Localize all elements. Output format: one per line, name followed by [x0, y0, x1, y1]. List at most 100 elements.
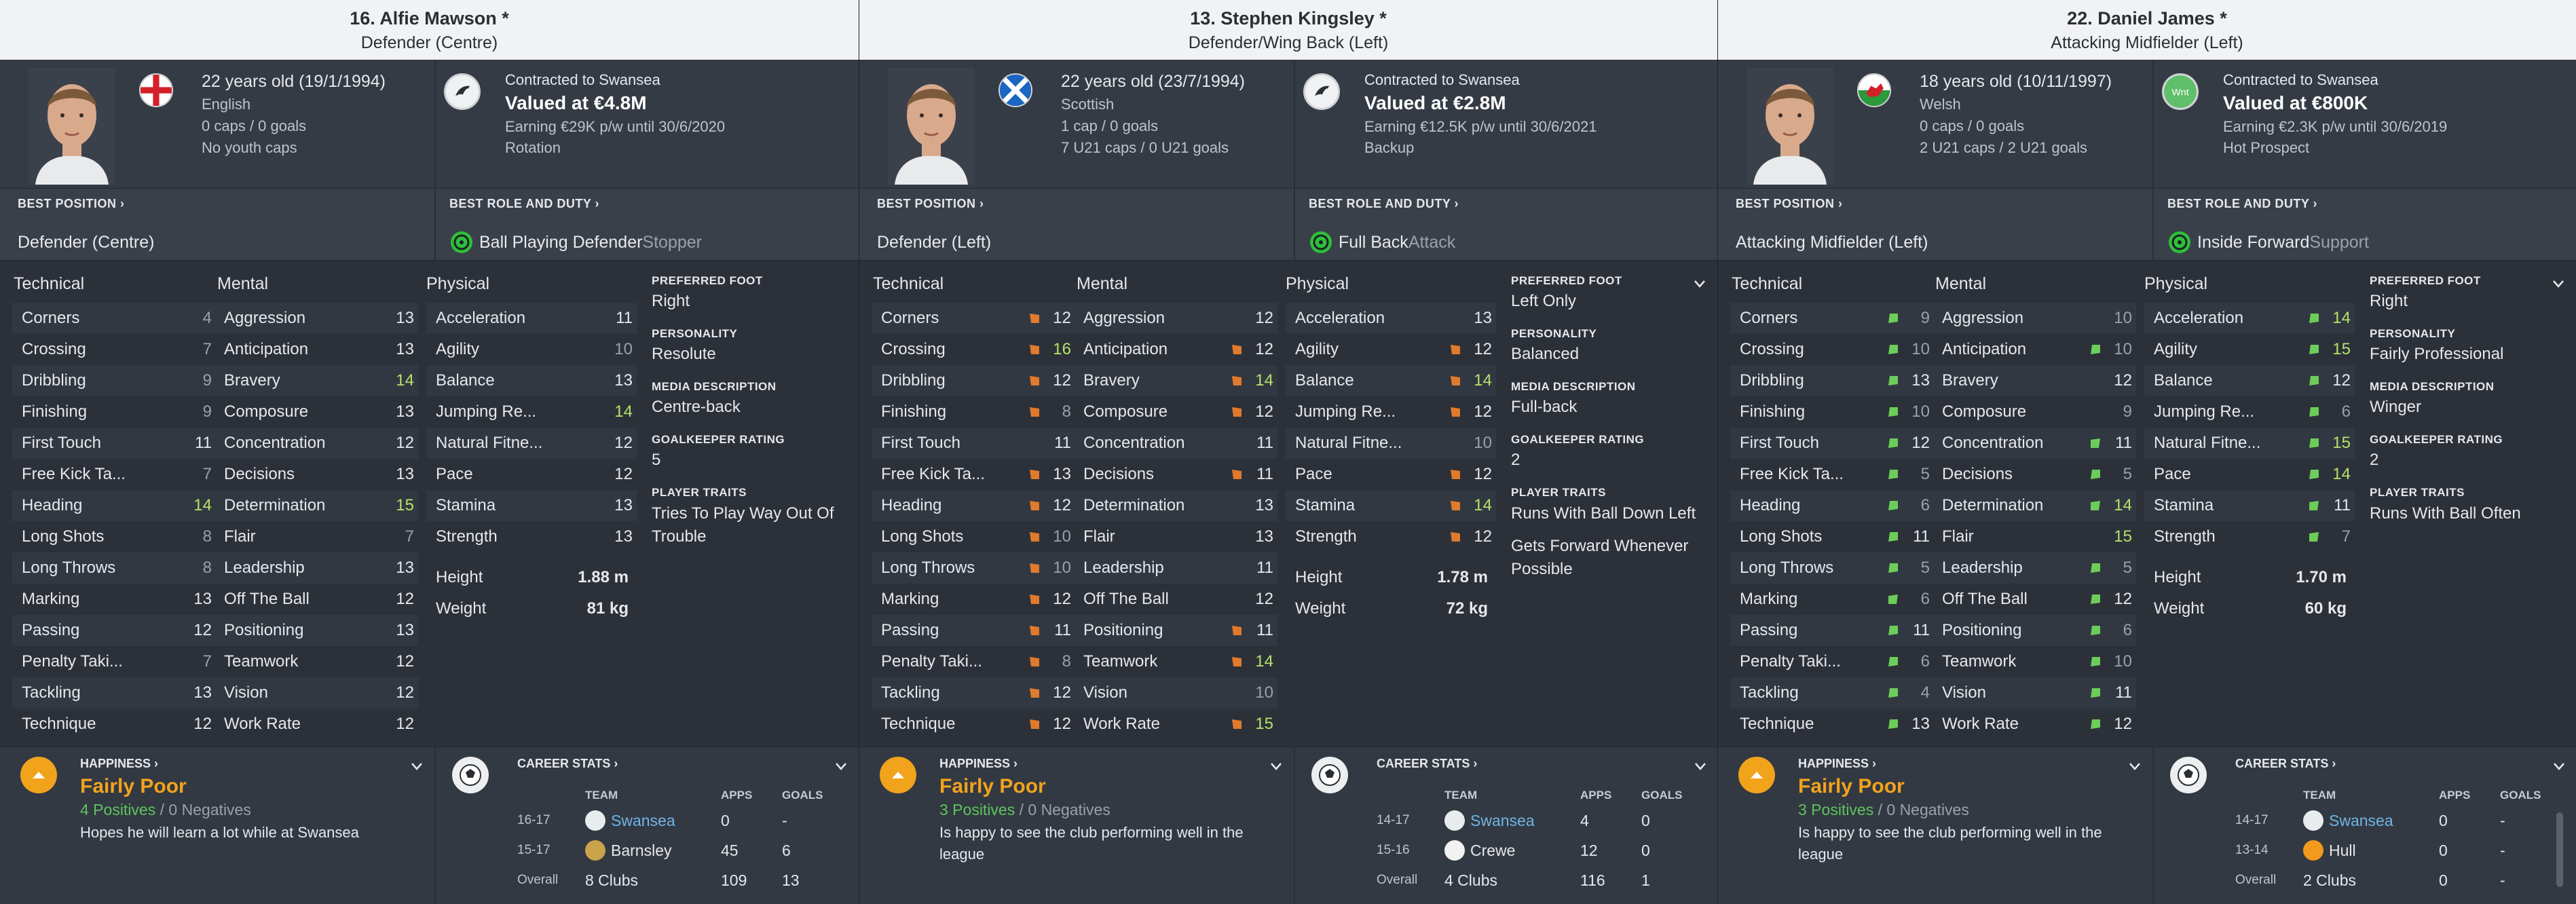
happiness-positives[interactable]: 4 Positives — [80, 801, 155, 818]
happiness-chevron-down-icon[interactable] — [2127, 758, 2143, 774]
attribute-row[interactable]: Off The Ball 12 — [1074, 584, 1277, 615]
best-role[interactable]: BEST ROLE AND DUTY › Full Back Attack — [1294, 189, 1717, 260]
attribute-row[interactable]: Dribbling 13 — [1730, 365, 1934, 396]
happiness-positives[interactable]: 3 Positives — [939, 801, 1015, 818]
player-name[interactable]: 22. Daniel James * — [1718, 5, 2576, 31]
attribute-row[interactable]: Aggression 10 — [1933, 303, 2136, 334]
attribute-row[interactable]: Positioning 11 — [1074, 615, 1277, 646]
attribute-row[interactable]: Aggression 12 — [1074, 303, 1277, 334]
attribute-row[interactable]: Flair 7 — [214, 521, 418, 552]
career-team[interactable]: Swansea — [585, 810, 721, 831]
best-position-label[interactable]: BEST POSITION › — [18, 197, 434, 211]
expand-chevron-down-icon[interactable] — [2550, 276, 2566, 292]
attribute-row[interactable]: Anticipation 13 — [214, 334, 418, 365]
attribute-row[interactable]: Off The Ball 12 — [214, 584, 418, 615]
attribute-row[interactable]: Flair 13 — [1074, 521, 1277, 552]
attribute-row[interactable]: Stamina 11 — [2144, 490, 2355, 521]
attribute-row[interactable]: Teamwork 10 — [1933, 646, 2136, 677]
attribute-row[interactable]: Acceleration 13 — [1286, 303, 1496, 334]
attribute-row[interactable]: Penalty Taki... 8 — [872, 646, 1075, 677]
attribute-row[interactable]: Passing 12 — [12, 615, 216, 646]
attribute-row[interactable]: Free Kick Ta... 7 — [12, 459, 216, 490]
attribute-row[interactable]: Leadership 11 — [1074, 552, 1277, 584]
best-role[interactable]: BEST ROLE AND DUTY › Ball Playing Defende… — [434, 189, 859, 260]
attribute-row[interactable]: Aggression 13 — [214, 303, 418, 334]
career-chevron-down-icon[interactable] — [833, 758, 849, 774]
attribute-row[interactable]: Dribbling 12 — [872, 365, 1075, 396]
attribute-row[interactable]: Determination 14 — [1933, 490, 2136, 521]
attribute-row[interactable]: Corners 9 — [1730, 303, 1934, 334]
attribute-row[interactable]: First Touch 11 — [872, 428, 1075, 459]
attribute-row[interactable]: Bravery 14 — [214, 365, 418, 396]
attribute-row[interactable]: Long Throws 10 — [872, 552, 1075, 584]
attribute-row[interactable]: Free Kick Ta... 13 — [872, 459, 1075, 490]
attribute-row[interactable]: Crossing 16 — [872, 334, 1075, 365]
attribute-row[interactable]: Tackling 12 — [872, 677, 1075, 709]
attribute-row[interactable]: Balance 13 — [426, 365, 637, 396]
best-position[interactable]: BEST POSITION › Defender (Left) — [859, 189, 1294, 260]
best-role[interactable]: BEST ROLE AND DUTY › Inside Forward Suppor… — [2152, 189, 2576, 260]
attribute-row[interactable]: Agility 12 — [1286, 334, 1496, 365]
player-name[interactable]: 16. Alfie Mawson * — [0, 5, 859, 31]
best-position-label[interactable]: BEST POSITION › — [877, 197, 1294, 211]
best-role-label[interactable]: BEST ROLE AND DUTY › — [1309, 197, 1717, 211]
attribute-row[interactable]: Anticipation 12 — [1074, 334, 1277, 365]
attribute-row[interactable]: Heading 6 — [1730, 490, 1934, 521]
attribute-row[interactable]: Strength 13 — [426, 521, 637, 552]
attribute-row[interactable]: Positioning 6 — [1933, 615, 2136, 646]
attribute-row[interactable]: Vision 11 — [1933, 677, 2136, 709]
attribute-row[interactable]: Balance 14 — [1286, 365, 1496, 396]
attribute-row[interactable]: Jumping Re... 14 — [426, 396, 637, 428]
attribute-row[interactable]: Dribbling 9 — [12, 365, 216, 396]
attribute-row[interactable]: Vision 12 — [214, 677, 418, 709]
career-stats-label[interactable]: CAREER STATS › — [1377, 757, 1477, 771]
attribute-row[interactable]: Agility 10 — [426, 334, 637, 365]
best-position[interactable]: BEST POSITION › Attacking Midfielder (Lef… — [1718, 189, 2152, 260]
team-link[interactable]: Swansea — [611, 812, 675, 830]
best-position[interactable]: BEST POSITION › Defender (Centre) — [0, 189, 434, 260]
happiness-positives[interactable]: 3 Positives — [1798, 801, 1873, 818]
attribute-row[interactable]: Determination 13 — [1074, 490, 1277, 521]
attribute-row[interactable]: Stamina 14 — [1286, 490, 1496, 521]
career-team[interactable]: Swansea — [2303, 810, 2439, 831]
attribute-row[interactable]: Corners 4 — [12, 303, 216, 334]
attribute-row[interactable]: Vision 10 — [1074, 677, 1277, 709]
attribute-row[interactable]: Marking 13 — [12, 584, 216, 615]
best-role-label[interactable]: BEST ROLE AND DUTY › — [2167, 197, 2576, 211]
attribute-row[interactable]: Crossing 7 — [12, 334, 216, 365]
attribute-row[interactable]: Natural Fitne... 10 — [1286, 428, 1496, 459]
attribute-row[interactable]: Work Rate 12 — [214, 709, 418, 740]
club-badge-icon[interactable] — [444, 73, 481, 110]
nationality-flag-icon[interactable] — [1857, 73, 1891, 107]
attribute-row[interactable]: Heading 14 — [12, 490, 216, 521]
attribute-row[interactable]: Long Shots 11 — [1730, 521, 1934, 552]
attribute-row[interactable]: Passing 11 — [1730, 615, 1934, 646]
attribute-row[interactable]: Technique 12 — [872, 709, 1075, 740]
attribute-row[interactable]: Composure 13 — [214, 396, 418, 428]
best-position-label[interactable]: BEST POSITION › — [1736, 197, 2152, 211]
best-role-label[interactable]: BEST ROLE AND DUTY › — [449, 197, 859, 211]
attribute-row[interactable]: Bravery 12 — [1933, 365, 2136, 396]
attribute-row[interactable]: Leadership 13 — [214, 552, 418, 584]
attribute-row[interactable]: Teamwork 12 — [214, 646, 418, 677]
attribute-row[interactable]: Heading 12 — [872, 490, 1075, 521]
attribute-row[interactable]: Decisions 11 — [1074, 459, 1277, 490]
attribute-row[interactable]: Tackling 4 — [1730, 677, 1934, 709]
attribute-row[interactable]: Jumping Re... 12 — [1286, 396, 1496, 428]
career-team[interactable]: Swansea — [1444, 810, 1580, 831]
team-link[interactable]: Swansea — [1470, 812, 1535, 830]
attribute-row[interactable]: Marking 12 — [872, 584, 1075, 615]
attribute-row[interactable]: Composure 12 — [1074, 396, 1277, 428]
attribute-row[interactable]: Positioning 13 — [214, 615, 418, 646]
scrollbar-thumb[interactable] — [2556, 812, 2563, 887]
attribute-row[interactable]: Work Rate 12 — [1933, 709, 2136, 740]
attribute-row[interactable]: Finishing 8 — [872, 396, 1075, 428]
happiness-label[interactable]: HAPPINESS › — [80, 757, 399, 771]
attribute-row[interactable]: Determination 15 — [214, 490, 418, 521]
attribute-row[interactable]: Strength 7 — [2144, 521, 2355, 552]
attribute-row[interactable]: Long Throws 5 — [1730, 552, 1934, 584]
attribute-row[interactable]: Technique 12 — [12, 709, 216, 740]
attribute-row[interactable]: Penalty Taki... 6 — [1730, 646, 1934, 677]
happiness-label[interactable]: HAPPINESS › — [939, 757, 1258, 771]
attribute-row[interactable]: Pace 14 — [2144, 459, 2355, 490]
